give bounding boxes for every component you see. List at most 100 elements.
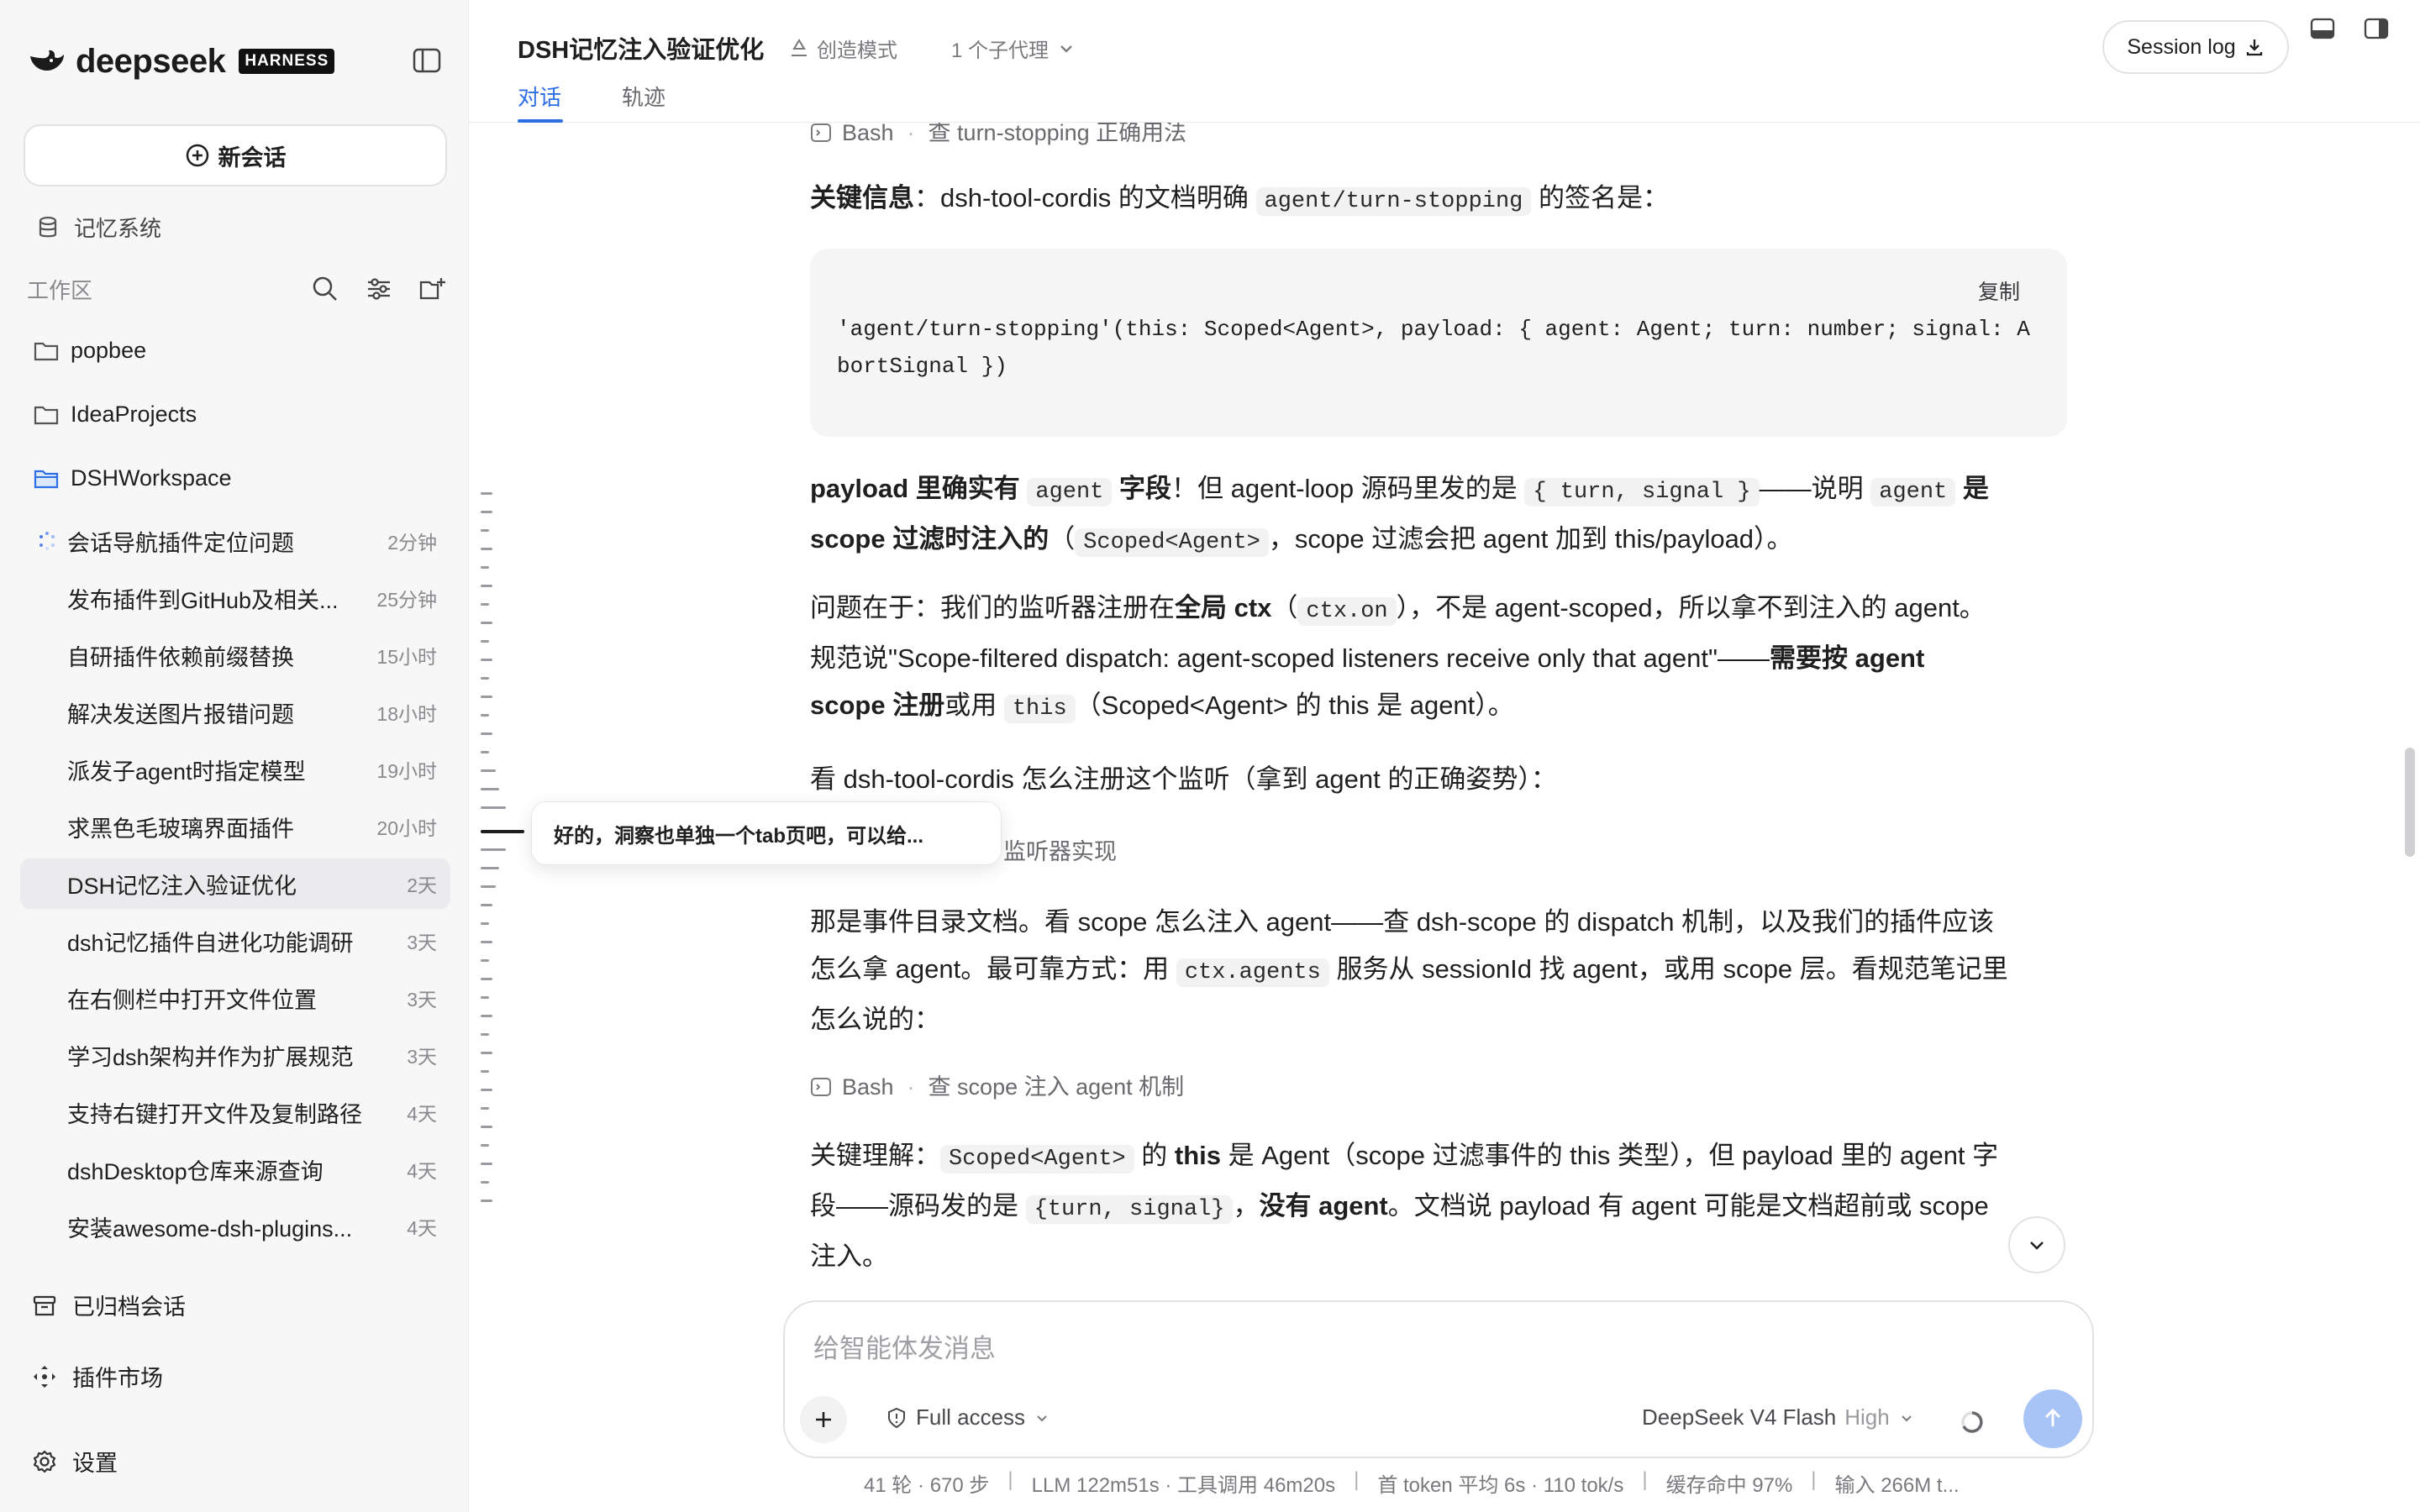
minimap-tick[interactable]: [481, 788, 499, 790]
minimap-tick[interactable]: [481, 511, 492, 513]
message-input[interactable]: 给智能体发消息: [813, 1327, 996, 1365]
minimap-tick[interactable]: [481, 1107, 489, 1110]
minimap-tick[interactable]: [481, 677, 489, 680]
minimap-tick[interactable]: [481, 696, 492, 698]
minimap-tick[interactable]: [481, 640, 489, 643]
new-folder-icon[interactable]: [418, 275, 447, 303]
conversation-item[interactable]: 会话导航插件定位问题 2分钟: [20, 516, 450, 566]
conversation-item[interactable]: 求黑色毛玻璃界面插件 20小时: [20, 801, 450, 852]
conversation-item[interactable]: 派发子agent时指定模型 19小时: [20, 744, 450, 795]
conversation-item[interactable]: 学习dsh架构并作为扩展规范 3天: [20, 1030, 450, 1080]
conversation-time: 3天: [407, 1046, 437, 1068]
conversation-item[interactable]: 安装awesome-dsh-plugins... 4天: [20, 1201, 450, 1252]
minimap-tick[interactable]: [481, 867, 499, 869]
mode-indicator[interactable]: 创造模式: [788, 34, 897, 63]
conversation-item[interactable]: 发布插件到GitHub及相关... 25分钟: [20, 573, 450, 623]
access-label: Full access: [916, 1404, 1026, 1430]
inline-code: Scoped<Agent>: [940, 1145, 1134, 1173]
folder-dshworkspace[interactable]: DSHWorkspace: [34, 465, 232, 491]
folder-ideaprojects[interactable]: IdeaProjects: [34, 402, 197, 428]
minimap-tick[interactable]: [481, 492, 492, 495]
minimap-tick[interactable]: [481, 1126, 492, 1128]
minimap-tick[interactable]: [481, 1015, 492, 1017]
conversation-item-active[interactable]: DSH记忆注入验证优化 2天: [20, 858, 450, 909]
tool-call-bash[interactable]: Bash · 查 scope 注入 agent 机制: [810, 1063, 1184, 1110]
filter-sliders-icon[interactable]: [365, 275, 393, 303]
minimap-tick[interactable]: [481, 585, 492, 587]
minimap-tick[interactable]: [481, 1181, 489, 1184]
conversation-item[interactable]: dshDesktop仓库来源查询 4天: [20, 1144, 450, 1194]
tab-conversation[interactable]: 对话: [518, 81, 561, 112]
session-log-button[interactable]: Session log: [2102, 20, 2289, 74]
attach-button[interactable]: [800, 1396, 847, 1443]
minimap-tick[interactable]: [481, 959, 489, 962]
minimap-tick[interactable]: [481, 1200, 492, 1202]
minimap-tick[interactable]: [481, 1163, 492, 1165]
minimap-tick[interactable]: [481, 769, 496, 772]
memory-system-item[interactable]: 记忆系统: [37, 212, 161, 243]
tool-name: Bash: [842, 123, 894, 145]
minimap-tick[interactable]: [481, 603, 489, 606]
conversation-item[interactable]: 解决发送图片报错问题 18小时: [20, 687, 450, 738]
scroll-to-bottom-button[interactable]: [2008, 1216, 2065, 1273]
conversation-time: 4天: [407, 1160, 437, 1182]
search-icon[interactable]: [311, 275, 339, 303]
right-panel-toggle-icon[interactable]: [2363, 15, 2390, 42]
model-selector[interactable]: DeepSeek V4 Flash High: [1642, 1404, 1915, 1431]
minimap-tick[interactable]: [481, 978, 492, 980]
minimap-tick[interactable]: [481, 714, 489, 717]
minimap-tick[interactable]: [481, 548, 492, 550]
minimap-tick[interactable]: [481, 885, 496, 888]
text: （: [1271, 593, 1298, 622]
minimap-tick[interactable]: [481, 1052, 492, 1054]
minimap-tick[interactable]: [481, 622, 492, 624]
sidebar-toggle-icon[interactable]: [412, 45, 442, 76]
minimap-tick-active[interactable]: [481, 830, 524, 833]
bold-text: 关键信息: [810, 183, 914, 213]
text: （: [1049, 524, 1076, 554]
text: ，scope 过滤会把 agent 加到 this/payload）。: [1268, 524, 1793, 554]
bold-text: 字段: [1112, 474, 1172, 503]
scrollbar-thumb[interactable]: [2405, 748, 2415, 857]
tool-call-bash[interactable]: Bash · 查 turn-stopping 正确用法: [810, 123, 1186, 156]
minimap-tick[interactable]: [481, 996, 489, 999]
minimap-tick[interactable]: [481, 941, 492, 943]
conversation-item[interactable]: 在右侧栏中打开文件位置 3天: [20, 973, 450, 1023]
minimap-tick[interactable]: [481, 1033, 489, 1036]
new-chat-button[interactable]: 新会话: [24, 124, 447, 186]
send-button[interactable]: [2023, 1389, 2082, 1448]
archived-conversations[interactable]: 已归档会话: [32, 1289, 186, 1321]
conversation-time: 20小时: [376, 817, 437, 839]
text: 是 Agent（scope 过滤事件的 this 类型），但 payload 里…: [1221, 1141, 1999, 1170]
text: 的签名是：: [1531, 183, 1670, 213]
minimap-tick[interactable]: [481, 659, 492, 661]
minimap-tick[interactable]: [481, 806, 506, 809]
minimap-tick[interactable]: [481, 1089, 492, 1091]
settings[interactable]: 设置: [32, 1445, 118, 1478]
active-tab-indicator: [518, 119, 563, 123]
minimap-tick[interactable]: [481, 1144, 489, 1147]
conversation-item[interactable]: dsh记忆插件自进化功能调研 3天: [20, 916, 450, 966]
conversation-minimap[interactable]: [481, 492, 524, 1206]
tab-trace[interactable]: 轨迹: [622, 81, 666, 112]
conversation-item[interactable]: 自研插件依赖前缀替换 15小时: [20, 630, 450, 680]
minimap-tick[interactable]: [481, 751, 489, 753]
bottom-panel-toggle-icon[interactable]: [2309, 15, 2336, 42]
conversation-time: 2分钟: [387, 532, 437, 554]
access-dropdown[interactable]: Full access: [886, 1404, 1050, 1431]
minimap-tick[interactable]: [481, 904, 492, 906]
conversation-item[interactable]: 支持右键打开文件及复制路径 4天: [20, 1087, 450, 1137]
brand[interactable]: deepseek HARNESS: [27, 42, 335, 81]
minimap-tick[interactable]: [481, 732, 492, 735]
tool-call-partial[interactable]: 监听器实现: [1003, 828, 1117, 875]
minimap-tick[interactable]: [481, 848, 506, 851]
minimap-tick[interactable]: [481, 529, 489, 532]
subagent-dropdown[interactable]: 1 个子代理: [951, 34, 1076, 63]
copy-button[interactable]: 复制: [1978, 269, 2020, 316]
plugin-market[interactable]: 插件市场: [32, 1360, 163, 1393]
minimap-tick[interactable]: [481, 1070, 489, 1073]
inline-code: this: [1003, 695, 1076, 723]
folder-popbee[interactable]: popbee: [34, 338, 146, 364]
minimap-tick[interactable]: [481, 566, 489, 569]
minimap-tick[interactable]: [481, 922, 489, 925]
